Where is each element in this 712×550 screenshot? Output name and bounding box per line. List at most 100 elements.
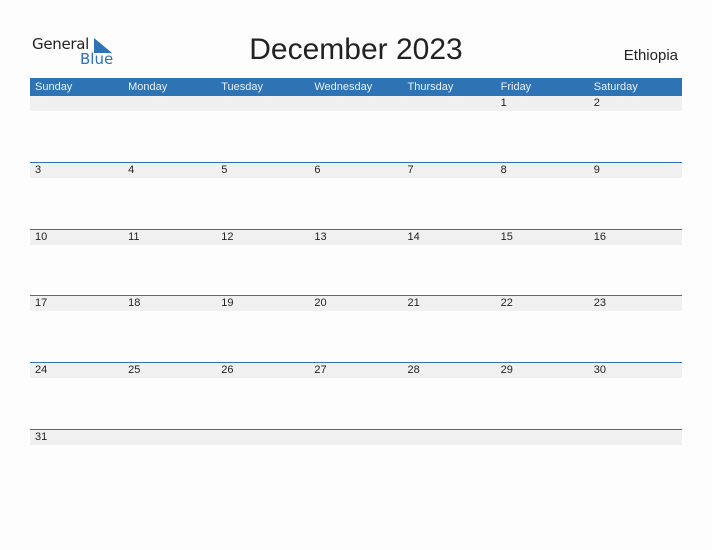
day-cell[interactable]: [216, 96, 310, 162]
day-cell[interactable]: [309, 96, 403, 162]
day-cell[interactable]: 7: [402, 163, 496, 229]
day-number: [309, 430, 403, 445]
day-cell[interactable]: 22: [495, 296, 589, 362]
day-cell[interactable]: [402, 96, 496, 162]
day-cell[interactable]: 9: [588, 163, 682, 229]
day-cell[interactable]: [123, 96, 217, 162]
week-row: 10 11 12 13 14 15 16: [30, 229, 682, 296]
weekday-monday: Monday: [128, 81, 168, 93]
day-number: [402, 96, 496, 111]
day-number: [216, 96, 310, 111]
day-cell[interactable]: 3: [30, 163, 124, 229]
day-number: [123, 430, 217, 445]
day-number: 12: [216, 230, 310, 245]
weekday-friday: Friday: [500, 81, 532, 93]
day-cell[interactable]: 16: [588, 230, 682, 296]
week-row: 12: [30, 96, 682, 162]
day-cell[interactable]: 1: [495, 96, 589, 162]
day-number: 1: [495, 96, 589, 111]
day-cell[interactable]: 11: [123, 230, 217, 296]
day-number: [495, 430, 589, 445]
day-number: 10: [30, 230, 124, 245]
day-cell[interactable]: 12: [216, 230, 310, 296]
day-number: 20: [309, 296, 403, 311]
day-number: [588, 430, 682, 445]
country-label: Ethiopia: [623, 47, 678, 64]
day-number: [30, 96, 124, 111]
day-cell[interactable]: 21: [402, 296, 496, 362]
day-cell[interactable]: 2: [588, 96, 682, 162]
day-number: 11: [123, 230, 217, 245]
day-number: 19: [216, 296, 310, 311]
day-number: 28: [402, 363, 496, 378]
day-number: [309, 96, 403, 111]
day-cell[interactable]: 10: [30, 230, 124, 296]
day-cell[interactable]: [309, 430, 403, 496]
day-number: 4: [123, 163, 217, 178]
week-row: 31: [30, 429, 682, 496]
day-cell[interactable]: [30, 96, 124, 162]
weekday-saturday: Saturday: [593, 81, 638, 93]
day-number: 3: [30, 163, 124, 178]
weekday-thursday: Thursday: [407, 81, 454, 93]
day-cell[interactable]: 15: [495, 230, 589, 296]
page-title: December 2023: [249, 33, 463, 66]
day-number: 27: [309, 363, 403, 378]
day-cell[interactable]: 20: [309, 296, 403, 362]
day-number: 22: [495, 296, 589, 311]
week-row: 3456789: [30, 162, 682, 229]
day-number: 29: [495, 363, 589, 378]
day-cell[interactable]: [402, 430, 496, 496]
day-number: [402, 430, 496, 445]
day-cell[interactable]: 24: [30, 363, 124, 429]
day-cell[interactable]: 29: [495, 363, 589, 429]
day-cell[interactable]: 19: [216, 296, 310, 362]
day-number: 6: [309, 163, 403, 178]
day-number: 25: [123, 363, 217, 378]
day-number: 16: [588, 230, 682, 245]
day-number: 21: [402, 296, 496, 311]
day-number: 31: [30, 430, 124, 445]
day-cell[interactable]: 30: [588, 363, 682, 429]
day-cell[interactable]: 14: [402, 230, 496, 296]
day-number: [216, 430, 310, 445]
day-number: 5: [216, 163, 310, 178]
day-number: 23: [588, 296, 682, 311]
weekday-sunday: Sunday: [35, 81, 73, 93]
day-cell[interactable]: 23: [588, 296, 682, 362]
day-number: 14: [402, 230, 496, 245]
day-number: 15: [495, 230, 589, 245]
day-cell[interactable]: 8: [495, 163, 589, 229]
day-number: 2: [588, 96, 682, 111]
day-cell[interactable]: 28: [402, 363, 496, 429]
day-cell[interactable]: 13: [309, 230, 403, 296]
day-cell[interactable]: 26: [216, 363, 310, 429]
day-cell[interactable]: 27: [309, 363, 403, 429]
day-cell[interactable]: 25: [123, 363, 217, 429]
day-number: 9: [588, 163, 682, 178]
day-number: 26: [216, 363, 310, 378]
day-cell[interactable]: 31: [30, 430, 124, 496]
day-number: 30: [588, 363, 682, 378]
day-cell[interactable]: [123, 430, 217, 496]
day-number: 13: [309, 230, 403, 245]
day-number: 7: [402, 163, 496, 178]
week-row: 17 18 19 20 21 22 23: [30, 295, 682, 362]
day-number: 18: [123, 296, 217, 311]
day-cell[interactable]: [495, 430, 589, 496]
day-number: 17: [30, 296, 124, 311]
weekday-wednesday: Wednesday: [314, 81, 373, 93]
day-cell[interactable]: [588, 430, 682, 496]
day-number: 24: [30, 363, 124, 378]
day-cell[interactable]: [216, 430, 310, 496]
day-number: [123, 96, 217, 111]
day-cell[interactable]: 18: [123, 296, 217, 362]
week-row: 24 25 26 27 28 29 30: [30, 362, 682, 429]
day-cell[interactable]: 6: [309, 163, 403, 229]
day-cell[interactable]: 4: [123, 163, 217, 229]
weekday-tuesday: Tuesday: [221, 81, 264, 93]
day-number: 8: [495, 163, 589, 178]
day-cell[interactable]: 5: [216, 163, 310, 229]
weekday-header: Sunday Monday Tuesday Wednesday Thursday…: [30, 78, 682, 96]
day-cell[interactable]: 17: [30, 296, 124, 362]
